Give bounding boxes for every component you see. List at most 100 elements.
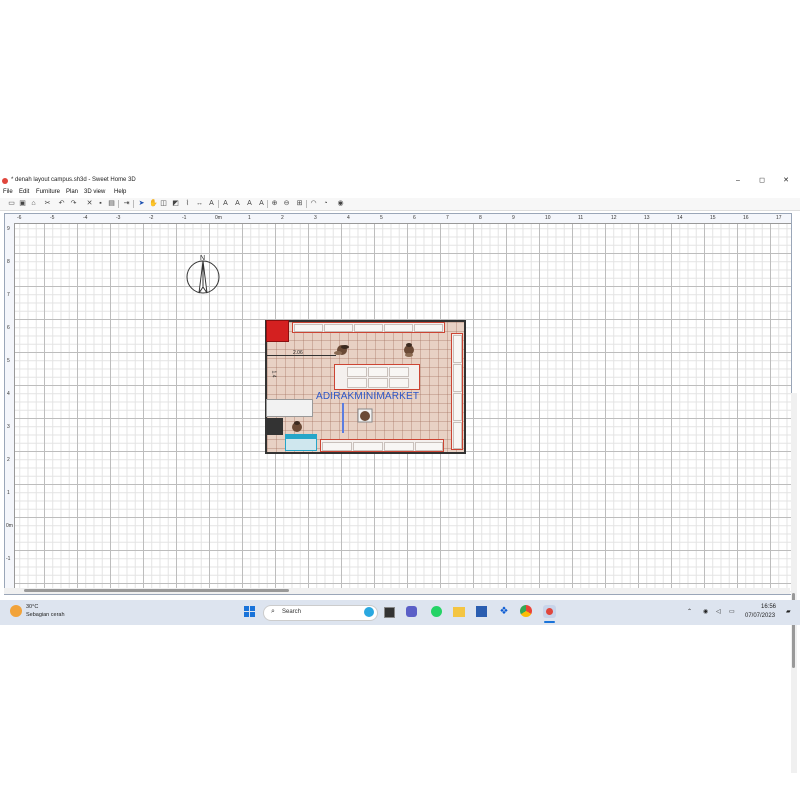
store-icon[interactable] xyxy=(476,606,487,617)
toolbar-separator xyxy=(306,200,307,208)
pan-mode-icon[interactable]: ✋ xyxy=(149,200,158,207)
center-gondola-shelf[interactable] xyxy=(334,364,420,390)
open-icon[interactable]: ⌂ xyxy=(30,200,37,207)
vertical-scrollbar[interactable] xyxy=(791,393,797,773)
chrome-icon[interactable] xyxy=(520,605,532,617)
decrease-text-icon[interactable]: A xyxy=(246,200,253,207)
red-refrigerator[interactable] xyxy=(266,320,289,342)
selection-marker xyxy=(342,403,344,433)
person-figure[interactable] xyxy=(333,341,353,359)
menu-file[interactable]: File xyxy=(3,189,13,195)
clock-date[interactable]: 07/07/2023 xyxy=(745,613,775,619)
compass-rose[interactable]: N xyxy=(185,253,223,299)
menu-3d-view[interactable]: 3D view xyxy=(84,189,105,195)
undo-icon[interactable]: ↶ xyxy=(58,200,65,207)
add-text-icon[interactable]: A xyxy=(208,200,215,207)
weather-icon[interactable] xyxy=(10,605,22,617)
bottom-shelf[interactable] xyxy=(320,439,444,452)
aerial-view-icon[interactable]: ◠ xyxy=(310,200,317,207)
menu-help[interactable]: Help xyxy=(114,189,126,195)
minimize-button[interactable]: – xyxy=(729,176,747,186)
ruler-label: 2 xyxy=(281,215,284,221)
top-shelf[interactable] xyxy=(292,322,445,333)
cooler-display-body[interactable] xyxy=(285,438,317,451)
volume-icon[interactable]: ◁ xyxy=(716,608,721,615)
ruler-label: 5 xyxy=(7,358,10,364)
shelf-unit xyxy=(368,378,388,388)
shelf-unit xyxy=(453,364,462,392)
person-figure[interactable] xyxy=(289,419,305,435)
scroll-thumb[interactable] xyxy=(24,589,289,592)
teams-chat-icon[interactable] xyxy=(406,606,417,617)
person-figure[interactable] xyxy=(353,406,377,426)
weather-desc[interactable]: Sebagian cerah xyxy=(26,612,65,618)
create-polylines-icon[interactable]: ⌇ xyxy=(184,200,191,207)
room-name-label[interactable]: ADIRAKMINIMARKET xyxy=(316,391,419,402)
maximize-button[interactable]: ◻ xyxy=(753,176,771,186)
right-shelf[interactable] xyxy=(451,333,463,450)
ruler-label: 2 xyxy=(7,457,10,463)
shelf-unit xyxy=(453,422,462,449)
redo-icon[interactable]: ↷ xyxy=(70,200,77,207)
wifi-icon[interactable]: ◉ xyxy=(703,608,708,615)
task-view-icon[interactable] xyxy=(384,607,395,618)
ruler-label: 3 xyxy=(314,215,317,221)
search-icon: ⌕ xyxy=(271,608,275,615)
ruler-label: 9 xyxy=(512,215,515,221)
whatsapp-icon[interactable] xyxy=(431,606,442,617)
virtual-visit-icon[interactable]: ◔ xyxy=(322,200,329,207)
new-home-icon[interactable]: ▭ xyxy=(8,200,15,207)
add-furniture-icon[interactable]: ⇥ xyxy=(123,200,130,207)
cashier-machine[interactable] xyxy=(267,418,283,435)
close-button[interactable]: ✕ xyxy=(777,176,795,186)
ruler-label: 0m xyxy=(6,523,13,529)
photo-icon[interactable]: ◉ xyxy=(337,200,344,207)
dropbox-icon[interactable]: ❖ xyxy=(498,606,510,617)
shelf-unit xyxy=(453,335,462,363)
select-mode-icon[interactable]: ➤ xyxy=(138,200,145,207)
battery-icon[interactable]: ▭ xyxy=(729,608,735,615)
text-style-icon[interactable]: A xyxy=(222,200,229,207)
ruler-label: 15 xyxy=(710,215,716,221)
ruler-label: 1 xyxy=(248,215,251,221)
delete-icon[interactable]: ✕ xyxy=(86,200,93,207)
shelf-unit xyxy=(389,378,409,388)
create-dimensions-icon[interactable]: ↔ xyxy=(196,200,203,207)
menu-edit[interactable]: Edit xyxy=(19,189,29,195)
person-figure[interactable] xyxy=(401,341,417,359)
ruler-label: -2 xyxy=(149,215,154,221)
windows-start-icon[interactable] xyxy=(244,606,256,618)
copy-icon[interactable]: ▪ xyxy=(97,200,104,207)
ruler-label: 4 xyxy=(347,215,350,221)
shelf-unit xyxy=(322,442,352,451)
chevron-up-icon[interactable]: ⌃ xyxy=(687,608,692,615)
create-walls-icon[interactable]: ◫ xyxy=(160,200,167,207)
increase-text-icon[interactable]: A xyxy=(234,200,241,207)
zoom-out-icon[interactable]: ⊖ xyxy=(283,200,290,207)
ruler-label: 17 xyxy=(776,215,782,221)
horizontal-scrollbar[interactable] xyxy=(4,588,790,594)
create-rooms-icon[interactable]: ◩ xyxy=(172,200,179,207)
ruler-label: 8 xyxy=(7,259,10,265)
shelf-unit xyxy=(384,324,413,332)
menu-furniture[interactable]: Furniture xyxy=(36,189,60,195)
cut-icon[interactable]: ✂ xyxy=(44,200,51,207)
notification-icon[interactable]: ▰ xyxy=(786,608,791,615)
cashier-counter[interactable] xyxy=(266,399,313,417)
italic-text-icon[interactable]: A xyxy=(258,200,265,207)
menu-plan[interactable]: Plan xyxy=(66,189,78,195)
clock-time[interactable]: 16:56 xyxy=(761,604,776,610)
paste-icon[interactable]: ▤ xyxy=(108,200,115,207)
shelf-unit xyxy=(415,442,443,451)
ruler-label: 12 xyxy=(611,215,617,221)
zoom-in-icon[interactable]: ⊕ xyxy=(271,200,278,207)
ruler-label: 7 xyxy=(7,292,10,298)
taskbar-search[interactable]: ⌕ Search xyxy=(263,605,378,621)
shelf-unit xyxy=(389,367,409,377)
weather-temp[interactable]: 30°C xyxy=(26,604,38,610)
file-explorer-icon[interactable] xyxy=(453,607,465,617)
new-from-example-icon[interactable]: ▣ xyxy=(19,200,26,207)
bing-icon xyxy=(364,607,374,617)
sweet-home-3d-taskbar-icon[interactable] xyxy=(543,605,556,618)
import-background-icon[interactable]: ⊞ xyxy=(296,200,303,207)
